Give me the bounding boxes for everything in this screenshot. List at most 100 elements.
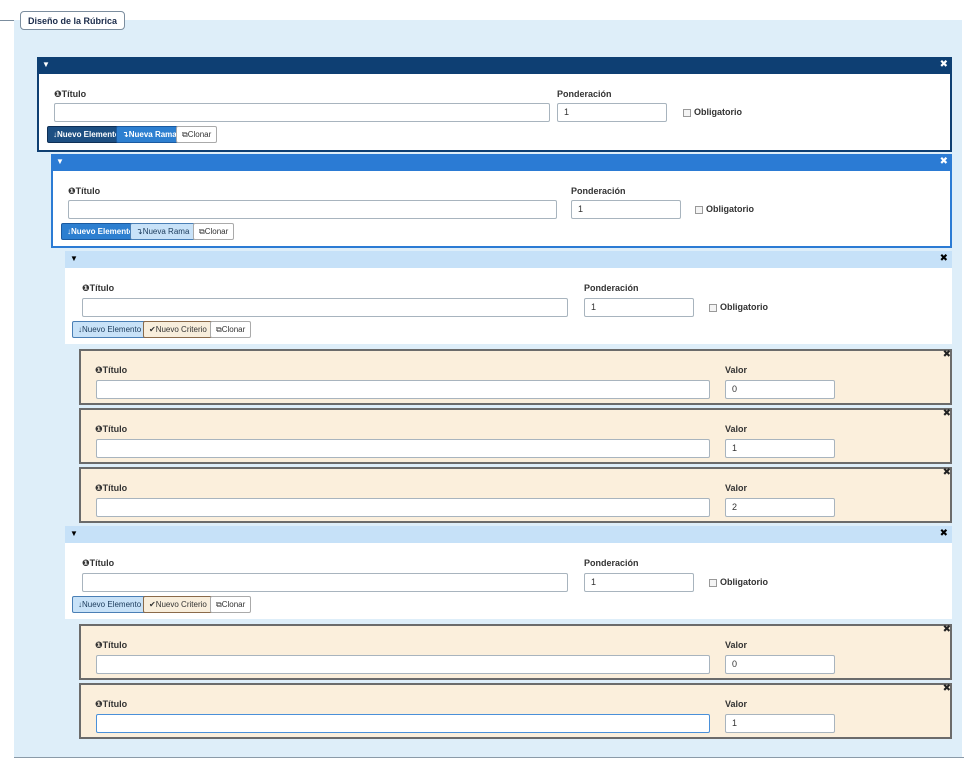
criterion-row: ✖ ❶Título Valor 2	[79, 467, 952, 523]
branch-arrow-icon: ↴	[122, 130, 129, 139]
bottom-divider	[14, 757, 964, 758]
ponderacion-label: Ponderación	[557, 89, 612, 99]
branch-1-header[interactable]: ▼ ✖	[37, 57, 952, 74]
branch-2-header[interactable]: ▼ ✖	[51, 154, 952, 171]
info-icon: ❶	[95, 640, 103, 650]
titulo-label-text: Título	[89, 558, 115, 568]
btn-label: Nuevo Criterio	[155, 325, 207, 334]
criterion-valor-input[interactable]: 2	[725, 498, 835, 517]
caret-down-icon[interactable]: ▼	[70, 253, 78, 265]
nuevo-criterio-button[interactable]: ✔Nuevo Criterio	[143, 321, 213, 338]
valor-label: Valor	[725, 483, 748, 493]
info-icon: ❶	[95, 699, 103, 709]
element-1-header[interactable]: ▼ ✖	[65, 251, 952, 268]
titulo-label-text: Título	[102, 365, 128, 375]
titulo-label: ❶Título	[54, 89, 86, 100]
ponderacion-label: Ponderación	[571, 186, 626, 196]
close-icon[interactable]: ✖	[943, 684, 951, 694]
branch-1-ponderacion-input[interactable]: 1	[557, 103, 667, 122]
branch-1-panel: ❶Título Ponderación 1 Obligatorio ↓Nuevo…	[37, 74, 952, 152]
titulo-label: ❶Título	[95, 424, 127, 435]
obligatorio-checkbox[interactable]	[709, 304, 717, 312]
obligatorio-label: Obligatorio	[706, 204, 754, 214]
caret-down-icon[interactable]: ▼	[42, 59, 50, 71]
btn-label: Nueva Rama	[142, 227, 190, 236]
nuevo-elemento-button[interactable]: ↓Nuevo Elemento	[72, 321, 148, 338]
close-icon[interactable]: ✖	[940, 527, 948, 540]
titulo-label-text: Título	[102, 640, 128, 650]
obligatorio-checkbox[interactable]	[695, 206, 703, 214]
criterion-titulo-input[interactable]	[96, 714, 710, 733]
branch-2-titulo-input[interactable]	[68, 200, 557, 219]
nuevo-elemento-button[interactable]: ↓Nuevo Elemento	[61, 223, 140, 240]
clonar-button[interactable]: ⧉Clonar	[210, 321, 252, 338]
titulo-label-text: Título	[102, 699, 128, 709]
btn-label: Clonar	[187, 130, 212, 139]
close-icon[interactable]: ✖	[943, 468, 951, 478]
close-icon[interactable]: ✖	[940, 155, 948, 168]
element-2: ▼ ✖ ❶Título Ponderación 1 Obligatorio ↓N…	[65, 526, 952, 619]
valor-label: Valor	[725, 365, 748, 375]
obligatorio-checkbox[interactable]	[683, 109, 691, 117]
criterion-valor-input[interactable]: 1	[725, 439, 835, 458]
obligatorio-checkbox[interactable]	[709, 579, 717, 587]
criterion-valor-input[interactable]: 0	[725, 380, 835, 399]
check-circle-icon: ✔	[149, 600, 156, 609]
info-icon: ❶	[82, 558, 90, 568]
element-2-ponderacion-input[interactable]: 1	[584, 573, 694, 592]
branch-arrow-icon: ↴	[136, 227, 143, 236]
element-1-panel: ❶Título Ponderación 1 Obligatorio ↓Nuevo…	[65, 268, 952, 344]
nueva-rama-button[interactable]: ↴Nueva Rama	[116, 126, 183, 143]
criterion-titulo-input[interactable]	[96, 380, 710, 399]
btn-label: Nuevo Elemento	[57, 130, 120, 139]
close-icon[interactable]: ✖	[943, 409, 951, 419]
branch-1-titulo-input[interactable]	[54, 103, 550, 122]
titulo-label-text: Título	[102, 483, 128, 493]
btn-label: Clonar	[204, 227, 229, 236]
info-icon: ❶	[68, 186, 76, 196]
info-icon: ❶	[54, 89, 62, 99]
close-icon[interactable]: ✖	[940, 58, 948, 71]
element-1-titulo-input[interactable]	[82, 298, 568, 317]
element-1-ponderacion-input[interactable]: 1	[584, 298, 694, 317]
clonar-button[interactable]: ⧉Clonar	[210, 596, 252, 613]
close-icon[interactable]: ✖	[940, 252, 948, 265]
titulo-label: ❶Título	[68, 186, 100, 197]
titulo-label: ❶Título	[95, 699, 127, 710]
obligatorio-label: Obligatorio	[720, 302, 768, 312]
criterion-row: ✖ ❶Título Valor 0	[79, 349, 952, 405]
btn-label: Nuevo Criterio	[155, 600, 207, 609]
ponderacion-label: Ponderación	[584, 283, 639, 293]
branch-level-2: ▼ ✖ ❶Título Ponderación 1 Obligatorio ↓N…	[51, 154, 952, 248]
criterion-valor-input[interactable]: 0	[725, 655, 835, 674]
btn-label: Nuevo Elemento	[82, 325, 142, 334]
nuevo-elemento-button[interactable]: ↓Nuevo Elemento	[72, 596, 148, 613]
titulo-label: ❶Título	[82, 283, 114, 294]
criterion-valor-input[interactable]: 1	[725, 714, 835, 733]
criterion-row: ✖ ❶Título Valor 1	[79, 683, 952, 739]
nueva-rama-button[interactable]: ↴Nueva Rama	[130, 223, 196, 240]
close-icon[interactable]: ✖	[943, 350, 951, 360]
criterion-row: ✖ ❶Título Valor 1	[79, 408, 952, 464]
clonar-button[interactable]: ⧉Clonar	[176, 126, 218, 143]
close-icon[interactable]: ✖	[943, 625, 951, 635]
clonar-button[interactable]: ⧉Clonar	[193, 223, 235, 240]
branch-2-ponderacion-input[interactable]: 1	[571, 200, 681, 219]
check-circle-icon: ✔	[149, 325, 156, 334]
nuevo-elemento-button[interactable]: ↓Nuevo Elemento	[47, 126, 126, 143]
caret-down-icon[interactable]: ▼	[70, 528, 78, 540]
valor-label: Valor	[725, 640, 748, 650]
ponderacion-label: Ponderación	[584, 558, 639, 568]
valor-label: Valor	[725, 699, 748, 709]
caret-down-icon[interactable]: ▼	[56, 156, 64, 168]
titulo-label-text: Título	[102, 424, 128, 434]
btn-label: Nuevo Elemento	[71, 227, 134, 236]
info-icon: ❶	[95, 365, 103, 375]
criterion-titulo-input[interactable]	[96, 439, 710, 458]
nuevo-criterio-button[interactable]: ✔Nuevo Criterio	[143, 596, 213, 613]
criterion-titulo-input[interactable]	[96, 498, 710, 517]
criterion-titulo-input[interactable]	[96, 655, 710, 674]
btn-label: Clonar	[221, 325, 246, 334]
element-2-header[interactable]: ▼ ✖	[65, 526, 952, 543]
element-2-titulo-input[interactable]	[82, 573, 568, 592]
